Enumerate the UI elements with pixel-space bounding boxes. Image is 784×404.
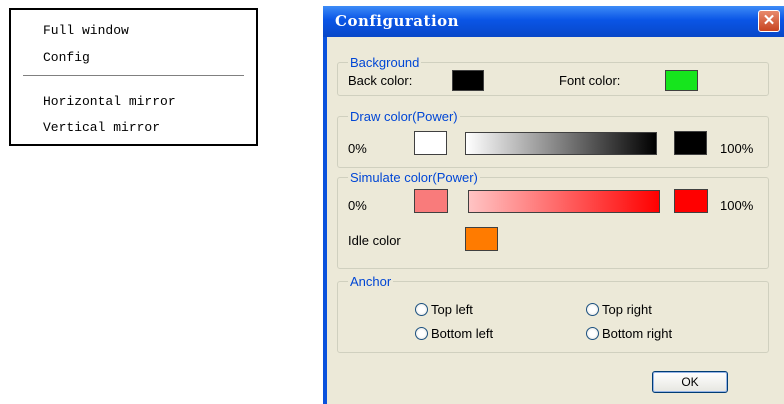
dialog-title: Configuration <box>335 12 460 30</box>
close-icon: ✕ <box>762 12 776 29</box>
draw-color-group: Draw color(Power) 0% 100% <box>337 109 769 168</box>
anchor-bottom-left-label: Bottom left <box>431 326 494 341</box>
idle-color-label: Idle color <box>348 233 401 248</box>
font-color-label: Font color: <box>559 73 621 88</box>
simulate-max-label: 100% <box>720 198 754 213</box>
anchor-bottom-right-label: Bottom right <box>602 326 673 341</box>
back-color-label: Back color: <box>348 73 413 88</box>
radio-circle-icon <box>415 303 428 316</box>
radio-circle-icon <box>586 327 599 340</box>
close-button[interactable]: ✕ <box>758 10 780 32</box>
configuration-dialog: Configuration ✕ Background Back color: F… <box>323 6 784 404</box>
anchor-bottom-left-radio[interactable]: Bottom left <box>415 326 493 341</box>
draw-min-label: 0% <box>348 141 367 156</box>
context-menu: Full window Config Horizontal mirror Ver… <box>9 8 258 146</box>
draw-min-color-swatch[interactable] <box>414 131 447 155</box>
font-color-swatch[interactable] <box>665 70 698 91</box>
idle-color-swatch[interactable] <box>465 227 498 251</box>
draw-color-legend: Draw color(Power) <box>348 109 460 124</box>
draw-max-label: 100% <box>720 141 754 156</box>
menu-item-config[interactable]: Config <box>43 50 90 65</box>
menu-separator <box>23 75 244 77</box>
background-legend: Background <box>348 55 422 70</box>
background-group: Background Back color: Font color: <box>337 55 769 96</box>
ok-button[interactable]: OK <box>652 371 728 393</box>
draw-max-color-swatch[interactable] <box>674 131 707 155</box>
menu-item-full-window[interactable]: Full window <box>43 23 129 38</box>
simulate-min-label: 0% <box>348 198 367 213</box>
anchor-top-left-label: Top left <box>431 302 473 317</box>
radio-circle-icon <box>586 303 599 316</box>
anchor-bottom-right-radio[interactable]: Bottom right <box>586 326 672 341</box>
draw-color-gradient <box>465 132 657 155</box>
back-color-swatch[interactable] <box>452 70 484 91</box>
anchor-top-right-label: Top right <box>602 302 652 317</box>
anchor-group: Anchor Top left Top right Bottom left Bo… <box>337 274 769 353</box>
menu-item-vertical-mirror[interactable]: Vertical mirror <box>43 120 160 135</box>
dialog-body: Background Back color: Font color: Draw … <box>327 37 784 404</box>
simulate-min-color-swatch[interactable] <box>414 189 448 213</box>
simulate-color-legend: Simulate color(Power) <box>348 170 480 185</box>
anchor-top-right-radio[interactable]: Top right <box>586 302 652 317</box>
radio-circle-icon <box>415 327 428 340</box>
simulate-color-group: Simulate color(Power) 0% 100% Idle color <box>337 170 769 269</box>
anchor-top-left-radio[interactable]: Top left <box>415 302 473 317</box>
anchor-legend: Anchor <box>348 274 394 289</box>
simulate-color-gradient <box>468 190 660 213</box>
menu-item-horizontal-mirror[interactable]: Horizontal mirror <box>43 94 176 109</box>
simulate-max-color-swatch[interactable] <box>674 189 708 213</box>
title-bar[interactable]: Configuration ✕ <box>323 6 784 37</box>
